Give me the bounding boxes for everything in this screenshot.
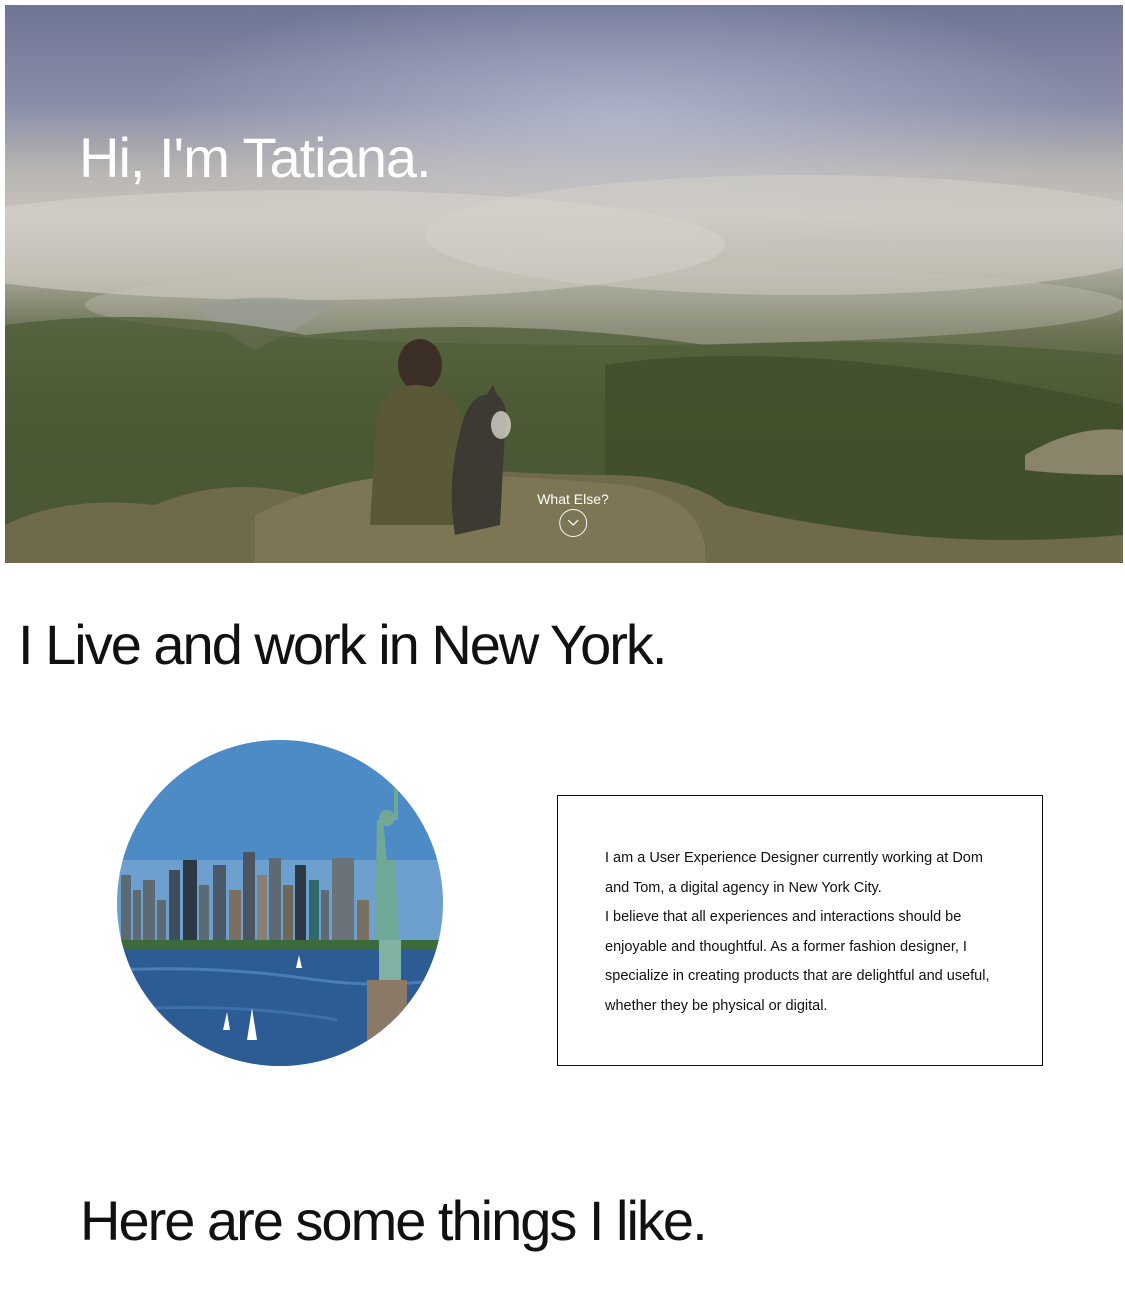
new-york-image <box>117 740 443 1066</box>
what-else-button[interactable]: What Else? <box>537 491 609 537</box>
hero-title: Hi, I'm Tatiana. <box>79 126 432 189</box>
location-heading: I Live and work in New York. <box>18 613 667 676</box>
chevron-down-icon[interactable] <box>559 509 587 537</box>
bio-text: I am a User Experience Designer currentl… <box>605 844 1005 1021</box>
hero-banner: Hi, I'm Tatiana. What Else? <box>5 5 1123 563</box>
what-else-label: What Else? <box>537 491 609 507</box>
bio-card: I am a User Experience Designer currentl… <box>557 795 1043 1066</box>
page: Hi, I'm Tatiana. What Else? I Live and w… <box>0 0 1125 1290</box>
likes-heading: Here are some things I like. <box>80 1189 708 1252</box>
hero-background-image <box>5 175 1123 563</box>
bio-paragraph: I am a User Experience Designer currentl… <box>605 850 983 896</box>
bio-paragraph: I believe that all experiences and inter… <box>605 909 990 1014</box>
